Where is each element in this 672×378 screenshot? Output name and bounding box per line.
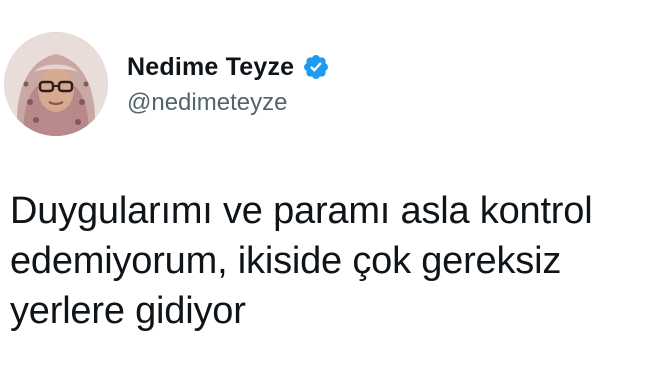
author-name-row: Nedime Teyze [127, 50, 330, 84]
display-name[interactable]: Nedime Teyze [127, 53, 294, 82]
tweet-text-line: edemiyorum, ikiside çok gereksiz [10, 240, 562, 282]
avatar[interactable] [4, 32, 108, 136]
tweet-text-line: yerlere gidiyor [10, 290, 246, 332]
tweet-text-line: Duygularımı ve paramı asla kontrol [10, 190, 593, 232]
tweet-card: Nedime Teyze @nedimeteyze Duygularımı ve… [0, 0, 672, 378]
tweet-text: Duygularımı ve paramı asla kontrol edemi… [10, 186, 670, 336]
verified-badge-icon [302, 53, 330, 81]
profile-photo [4, 32, 108, 136]
author-handle[interactable]: @nedimeteyze [127, 89, 287, 117]
